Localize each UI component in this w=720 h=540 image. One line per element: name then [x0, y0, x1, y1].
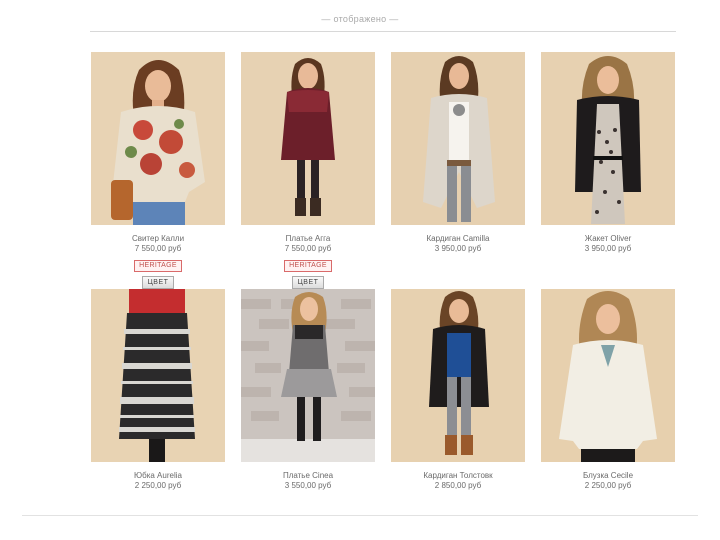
product-card[interactable]: Кардиган Толстовк 2 850,00 руб	[391, 289, 525, 491]
product-photo[interactable]	[91, 289, 225, 462]
heritage-badge: HERITAGE	[284, 260, 332, 272]
product-photo[interactable]	[241, 52, 375, 225]
product-card[interactable]: Свитер Калли 7 550,00 руб HERITAGE ЦВЕТ	[91, 52, 225, 289]
product-card[interactable]: Кардиган Camilla 3 950,00 руб	[391, 52, 525, 289]
product-photo[interactable]	[541, 289, 675, 462]
product-price: 3 950,00 руб	[434, 244, 482, 253]
product-name[interactable]: Кардиган Camilla	[391, 234, 525, 244]
product-grid: Свитер Калли 7 550,00 руб HERITAGE ЦВЕТ …	[91, 52, 681, 491]
product-name[interactable]: Кардиган Толстовк	[391, 471, 525, 481]
product-card[interactable]: Юбка Aurelia 2 250,00 руб	[91, 289, 225, 491]
color-button[interactable]: ЦВЕТ	[142, 276, 174, 289]
product-price: 2 250,00 руб	[134, 481, 182, 490]
product-name[interactable]: Свитер Калли	[91, 234, 225, 244]
product-name[interactable]: Блузка Cecile	[541, 471, 675, 481]
top-divider	[90, 31, 676, 32]
bottom-divider	[22, 515, 698, 516]
product-card[interactable]: Платье Агга 7 550,00 руб HERITAGE ЦВЕТ	[241, 52, 375, 289]
product-price: 3 550,00 руб	[284, 481, 332, 490]
product-card[interactable]: Жакет Oliver 3 950,00 руб	[541, 52, 675, 289]
product-price: 3 950,00 руб	[584, 244, 632, 253]
heritage-badge: HERITAGE	[134, 260, 182, 272]
product-name[interactable]: Юбка Aurelia	[91, 471, 225, 481]
product-price: 2 850,00 руб	[434, 481, 482, 490]
product-photo[interactable]	[391, 52, 525, 225]
product-photo[interactable]	[241, 289, 375, 462]
product-photo[interactable]	[391, 289, 525, 462]
product-card[interactable]: Платье Cinea 3 550,00 руб	[241, 289, 375, 491]
product-price: 2 250,00 руб	[584, 481, 632, 490]
product-name[interactable]: Платье Агга	[241, 234, 375, 244]
product-photo[interactable]	[541, 52, 675, 225]
product-price: 7 550,00 руб	[284, 244, 332, 253]
product-name[interactable]: Жакет Oliver	[541, 234, 675, 244]
product-price: 7 550,00 руб	[134, 244, 182, 253]
product-name[interactable]: Платье Cinea	[241, 471, 375, 481]
product-card[interactable]: Блузка Cecile 2 250,00 руб	[541, 289, 675, 491]
product-photo[interactable]	[91, 52, 225, 225]
color-button[interactable]: ЦВЕТ	[292, 276, 324, 289]
page-heading-cutoff: — отображено —	[321, 14, 399, 24]
